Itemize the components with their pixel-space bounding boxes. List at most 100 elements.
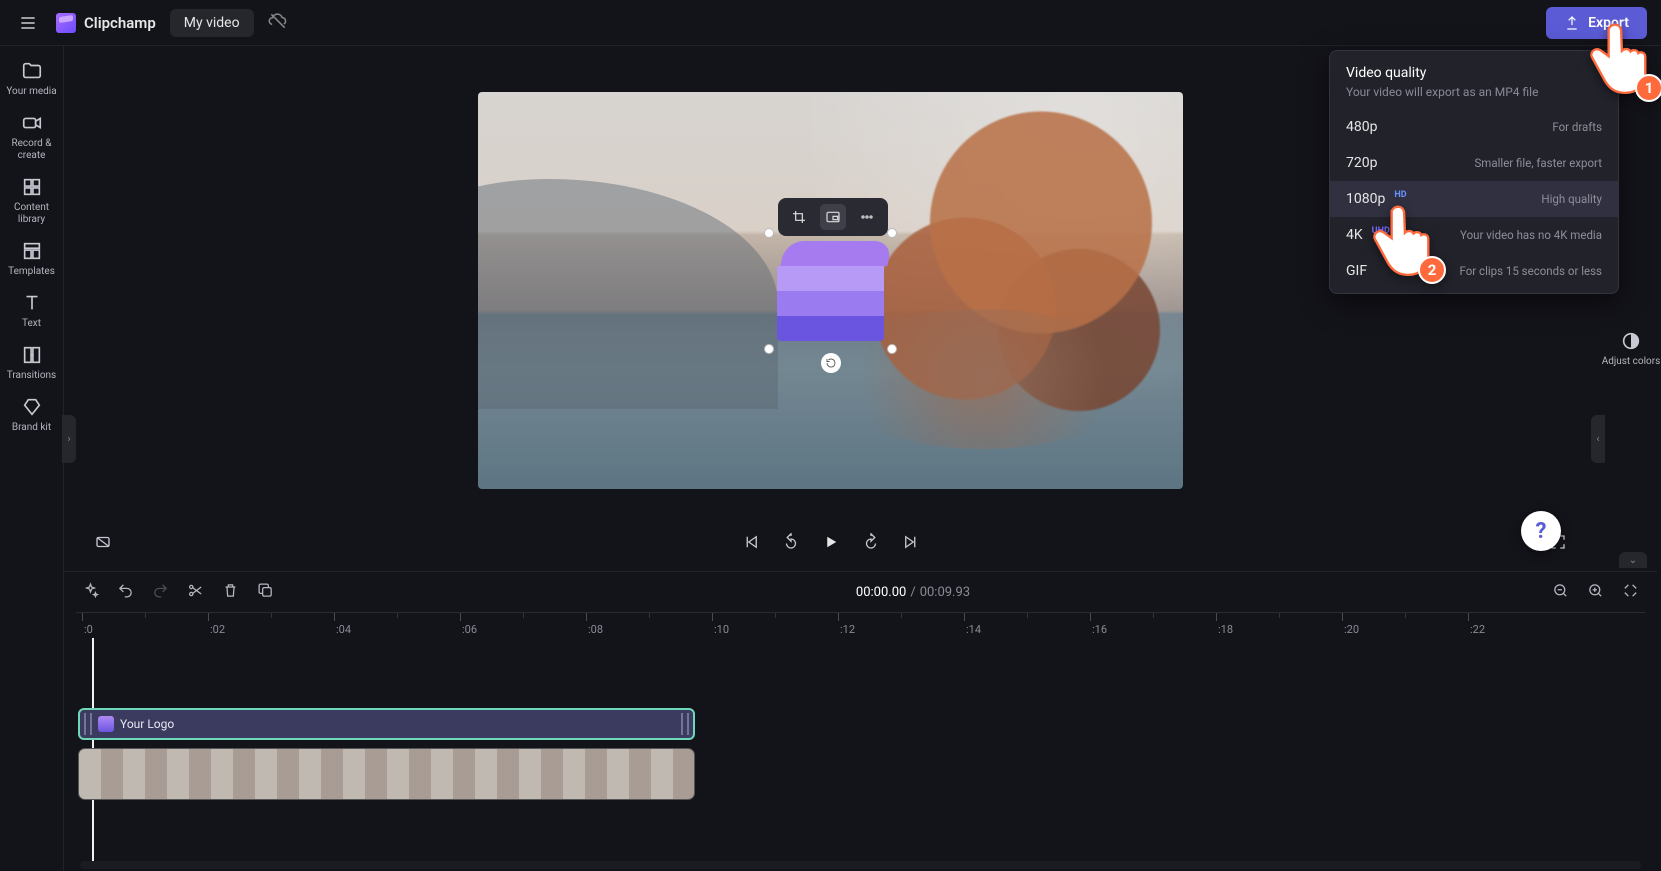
upload-icon — [1564, 15, 1580, 31]
skip-end-button[interactable] — [902, 533, 920, 555]
more-options-button[interactable] — [854, 204, 880, 230]
sidebar-item-templates[interactable]: Templates — [2, 236, 62, 282]
export-option-gif[interactable]: GIF For clips 15 seconds or less — [1330, 253, 1618, 289]
auto-enhance-button[interactable] — [82, 582, 99, 603]
clip-label: Your Logo — [120, 717, 174, 731]
timeline-panel: 00:00.00 / 00:09.93 :0 :02 :04 :06 :08 :10 :12… — [64, 571, 1657, 871]
sidebar-item-text[interactable]: Text — [2, 288, 62, 334]
resize-handle-bl[interactable] — [764, 344, 774, 354]
help-icon: ? — [1536, 519, 1547, 544]
timeline-toolbar: 00:00.00 / 00:09.93 — [64, 572, 1657, 612]
ruler-label: :18 — [1218, 623, 1233, 636]
sidebar-item-content-library[interactable]: Content library — [2, 172, 62, 230]
sidebar-item-brand-kit[interactable]: Brand kit — [2, 392, 62, 438]
timeline-tracks[interactable]: Your Logo — [76, 638, 1645, 871]
zoom-out-button[interactable] — [1552, 582, 1569, 603]
ruler-label: :02 — [210, 623, 225, 636]
timeline-timecode: 00:00.00 / 00:09.93 — [856, 585, 970, 600]
option-label: 480p — [1346, 119, 1377, 135]
timecode-sep: / — [910, 585, 915, 600]
zoom-in-button[interactable] — [1587, 582, 1604, 603]
crop-button[interactable] — [786, 204, 812, 230]
video-title-input[interactable]: My video — [170, 9, 254, 37]
duplicate-button[interactable] — [257, 582, 274, 603]
sidebar-item-label: Record & create — [11, 138, 51, 161]
resize-handle-tl[interactable] — [764, 228, 774, 238]
timecode-duration: 00:09.93 — [920, 585, 970, 600]
option-desc: Your video has no 4K media — [1460, 228, 1602, 242]
export-option-480p[interactable]: 480p For drafts — [1330, 109, 1618, 145]
preview-bg-mountain — [478, 179, 778, 409]
option-label: GIF — [1346, 263, 1367, 279]
logo-placeholder-icon — [777, 241, 884, 341]
sidebar-item-label: Your media — [6, 86, 56, 97]
uhd-badge: UHD — [1369, 225, 1393, 237]
timeline-scrollbar[interactable] — [80, 861, 1641, 869]
skip-start-button[interactable] — [742, 533, 760, 555]
rewind-button[interactable] — [782, 533, 800, 555]
selected-logo-overlay[interactable] — [768, 232, 893, 350]
ruler-label: :04 — [336, 623, 351, 636]
ruler-label: :22 — [1470, 623, 1485, 636]
ruler-label: :08 — [588, 623, 603, 636]
split-button[interactable] — [187, 582, 204, 603]
menu-button[interactable] — [14, 9, 42, 37]
ruler-label: :12 — [840, 623, 855, 636]
option-desc: Smaller file, faster export — [1474, 156, 1602, 170]
track-clip-video[interactable] — [78, 748, 695, 800]
logo-thumb-icon — [98, 716, 114, 732]
export-label: Export — [1588, 15, 1629, 31]
export-button[interactable]: Export — [1546, 7, 1647, 39]
brand-name: Clipchamp — [84, 14, 156, 32]
track-clip-logo[interactable]: Your Logo — [78, 708, 695, 740]
option-desc: For clips 15 seconds or less — [1460, 264, 1603, 278]
preview-canvas[interactable] — [478, 92, 1183, 489]
selection-toolbar — [778, 198, 888, 236]
sidebar-item-label: Transitions — [7, 370, 56, 381]
clipchamp-logo-icon — [56, 13, 76, 33]
cloud-sync-off-icon[interactable] — [268, 11, 288, 35]
redo-button[interactable] — [152, 582, 169, 603]
sidebar-item-label: Text — [22, 318, 41, 329]
zoom-fit-button[interactable] — [1622, 582, 1639, 603]
export-quality-menu: Video quality Your video will export as … — [1329, 50, 1619, 294]
ruler-label: :14 — [966, 623, 981, 636]
sidebar-item-label: Adjust colors — [1601, 356, 1661, 368]
sidebar-item-label: Templates — [8, 266, 55, 277]
clip-trim-left[interactable] — [84, 713, 92, 735]
brand: Clipchamp — [56, 13, 156, 33]
clip-trim-right[interactable] — [681, 713, 689, 735]
export-menu-subtitle: Your video will export as an MP4 file — [1346, 85, 1602, 99]
resize-handle-tr[interactable] — [887, 228, 897, 238]
disable-preview-button[interactable] — [94, 533, 112, 555]
option-label: 4K — [1346, 227, 1363, 243]
right-drawer-toggle[interactable]: ⌄ — [1619, 552, 1647, 568]
export-menu-title: Video quality — [1346, 65, 1602, 81]
timeline-ruler[interactable]: :0 :02 :04 :06 :08 :10 :12 :14 :16 :18 :20 :22 — [76, 612, 1645, 638]
ruler-label: :0 — [84, 623, 93, 636]
undo-button[interactable] — [117, 582, 134, 603]
forward-button[interactable] — [862, 533, 880, 555]
help-button[interactable]: ? — [1521, 511, 1561, 551]
sidebar-item-record[interactable]: Record & create — [2, 108, 62, 166]
export-option-1080p[interactable]: 1080pHD High quality — [1330, 181, 1618, 217]
sidebar-item-media[interactable]: Your media — [2, 56, 62, 102]
ruler-label: :10 — [714, 623, 729, 636]
adjust-colors-button[interactable]: Adjust colors — [1601, 326, 1661, 372]
export-option-4k[interactable]: 4K UHD Your video has no 4K media — [1330, 217, 1618, 253]
delete-button[interactable] — [222, 582, 239, 603]
sidebar-item-label: Brand kit — [12, 422, 51, 433]
resize-handle-br[interactable] — [887, 344, 897, 354]
ruler-label: :16 — [1092, 623, 1107, 636]
hd-badge: HD — [1391, 189, 1409, 201]
rotate-handle[interactable] — [821, 353, 841, 373]
export-option-720p[interactable]: 720p Smaller file, faster export — [1330, 145, 1618, 181]
left-sidebar: Your media Record & create Content libra… — [0, 46, 64, 871]
ruler-label: :06 — [462, 623, 477, 636]
pip-button[interactable] — [820, 204, 846, 230]
play-button[interactable] — [822, 533, 840, 555]
sidebar-item-transitions[interactable]: Transitions — [2, 340, 62, 386]
option-label: 720p — [1346, 155, 1377, 171]
option-label: 1080p — [1346, 191, 1385, 207]
ruler-label: :20 — [1344, 623, 1359, 636]
